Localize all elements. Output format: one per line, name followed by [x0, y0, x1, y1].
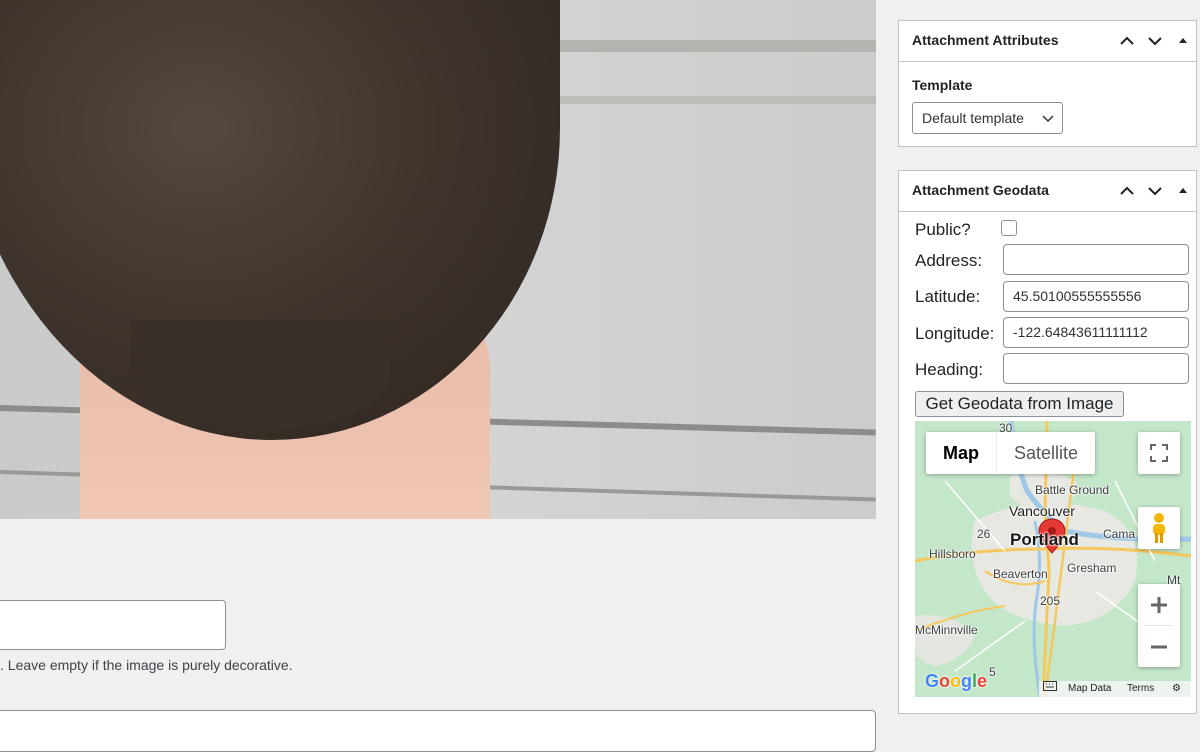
public-checkbox[interactable] [1001, 220, 1017, 236]
city-label: McMinnville [915, 623, 978, 637]
highway-label: 205 [1040, 594, 1061, 608]
wall-trim [520, 96, 876, 104]
map-type-map-button[interactable]: Map [926, 432, 996, 474]
collapse-triangle-icon [1179, 188, 1187, 193]
caption-textarea[interactable] [0, 710, 876, 752]
attachment-attributes-box: Attachment Attributes Template Default t… [898, 20, 1197, 147]
chevron-down-icon [1148, 187, 1162, 196]
terms-link[interactable]: Terms [1127, 681, 1154, 697]
map-type-control: Map Satellite [926, 432, 1096, 474]
minus-icon [1151, 645, 1167, 648]
alt-text-textarea[interactable] [0, 600, 226, 650]
zoom-out-button[interactable] [1138, 626, 1180, 667]
city-label: Hillsboro [929, 547, 976, 561]
city-label: Cama [1103, 527, 1136, 541]
plus-icon [1151, 596, 1167, 613]
wall-trim [520, 40, 876, 52]
highway-label: 26 [977, 527, 991, 541]
toggle-panel-button[interactable] [1173, 181, 1193, 201]
chevron-down-icon [1042, 115, 1054, 123]
address-label: Address: [915, 251, 983, 270]
template-label: Template [912, 77, 973, 93]
address-input[interactable] [1003, 244, 1189, 275]
chevron-up-icon [1120, 36, 1134, 45]
collapse-triangle-icon [1179, 38, 1187, 43]
city-label: Battle Ground [1035, 483, 1110, 497]
longitude-label: Longitude: [915, 324, 995, 343]
photo-hair [130, 320, 390, 430]
street-view-pegman[interactable] [1138, 507, 1180, 549]
metabox-header: Attachment Geodata [899, 171, 1196, 212]
heading-input[interactable] [1003, 353, 1189, 384]
move-up-button[interactable] [1117, 31, 1137, 51]
chevron-down-icon [1148, 37, 1162, 46]
metabox-header: Attachment Attributes [899, 21, 1196, 62]
attachment-geodata-box: Attachment Geodata Public? Address: Lati… [898, 170, 1197, 714]
report-issue-icon[interactable]: ⚙ [1172, 681, 1181, 697]
fullscreen-icon [1150, 444, 1168, 462]
heading-label: Heading: [915, 360, 984, 379]
city-label: Portland [1010, 530, 1079, 549]
chevron-up-icon [1120, 186, 1134, 195]
highway-label: 5 [989, 665, 996, 679]
template-select[interactable]: Default template [912, 102, 1063, 134]
attachment-image [0, 0, 876, 519]
public-label: Public? [915, 220, 971, 239]
google-logo: Google [925, 671, 988, 691]
alt-text-help: . Leave empty if the image is purely dec… [0, 657, 293, 673]
template-select-value: Default template [922, 110, 1024, 126]
map-data-link[interactable]: Map Data [1068, 681, 1111, 697]
city-label: Beaverton [993, 567, 1048, 581]
zoom-control [1138, 584, 1180, 667]
metabox-title: Attachment Attributes [912, 32, 1059, 48]
move-down-button[interactable] [1145, 181, 1165, 201]
pegman-icon [1153, 513, 1165, 543]
location-map[interactable]: 30 Battle Ground Vancouver Portland Cama… [915, 421, 1191, 697]
latitude-input[interactable]: 45.50100555555556 [1003, 281, 1189, 312]
city-label: Gresham [1067, 561, 1117, 575]
zoom-in-button[interactable] [1138, 584, 1180, 625]
move-up-button[interactable] [1117, 181, 1137, 201]
move-down-button[interactable] [1145, 31, 1165, 51]
metabox-title: Attachment Geodata [912, 182, 1049, 198]
keyboard-shortcuts-icon[interactable] [1043, 681, 1057, 697]
map-footer: Map Data Terms ⚙ [1039, 681, 1191, 697]
map-type-satellite-button[interactable]: Satellite [996, 432, 1095, 474]
longitude-input[interactable]: -122.64843611111112 [1003, 317, 1189, 348]
toggle-panel-button[interactable] [1173, 31, 1193, 51]
fullscreen-button[interactable] [1138, 432, 1180, 474]
latitude-label: Latitude: [915, 287, 981, 306]
city-label: Vancouver [1009, 503, 1075, 519]
get-geodata-button[interactable]: Get Geodata from Image [915, 391, 1124, 417]
